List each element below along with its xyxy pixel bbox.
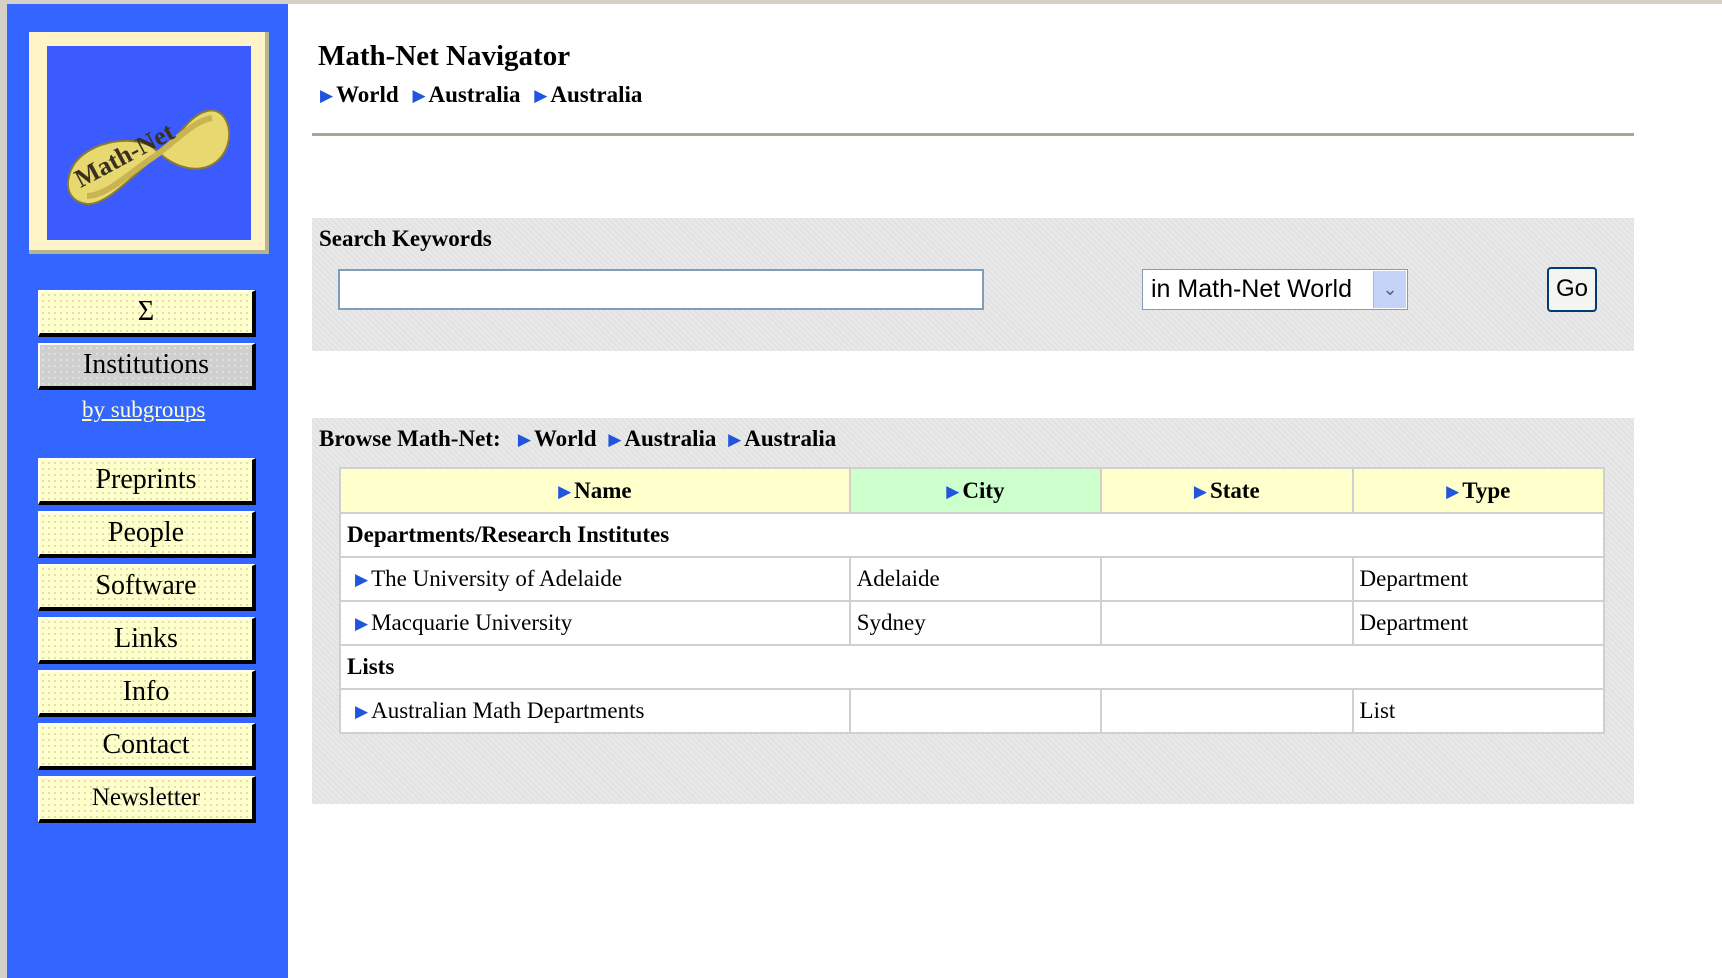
triangle-right-icon: ▶ xyxy=(608,430,622,449)
column-header-type[interactable]: ▶ Type xyxy=(1353,469,1603,512)
column-header-state[interactable]: ▶ State xyxy=(1102,469,1352,512)
group-title: Lists xyxy=(341,646,1603,688)
browse-crumb-world[interactable]: ▶ World xyxy=(518,426,597,451)
sidebar-item-label: Newsletter xyxy=(91,784,201,811)
sidebar-item-label: Preprints xyxy=(95,464,197,495)
math-net-logo[interactable]: Math-Net xyxy=(29,32,269,254)
by-subgroups-link[interactable]: by subgroups xyxy=(82,397,205,423)
sidebar-item-people[interactable]: People xyxy=(38,511,256,558)
triangle-right-icon: ▶ xyxy=(728,430,742,449)
table-row: ▶ Macquarie University Sydney Department xyxy=(341,602,1603,644)
table-row: ▶ The University of Adelaide Adelaide Dep… xyxy=(341,558,1603,600)
cell-state xyxy=(1102,690,1352,732)
cell-city xyxy=(850,690,1101,732)
search-keywords-label: Search Keywords xyxy=(319,226,492,251)
chevron-down-icon[interactable]: ⌄ xyxy=(1373,271,1406,308)
triangle-right-icon: ▶ xyxy=(1446,481,1460,501)
results-table: ▶ Name ▶ City ▶ State ▶ Type Departments/Res… xyxy=(339,467,1605,734)
sidebar-item-links[interactable]: Links xyxy=(38,617,256,664)
cell-city: Sydney xyxy=(850,602,1101,644)
go-button[interactable]: Go xyxy=(1547,267,1597,312)
column-header-city[interactable]: ▶ City xyxy=(850,469,1101,512)
formula-search-button[interactable]: Σ xyxy=(38,290,256,337)
sidebar-item-info[interactable]: Info xyxy=(38,670,256,717)
mobius-strip-icon: Math-Net xyxy=(67,109,231,206)
sidebar-item-label: Contact xyxy=(102,729,190,760)
sidebar: Math-Net Σ Institutions by subgroups Pre… xyxy=(7,4,288,978)
browse-crumb-australia[interactable]: ▶ Australia xyxy=(608,426,716,451)
institution-link[interactable]: ▶ The University of Adelaide xyxy=(341,558,849,600)
cell-type: List xyxy=(1353,690,1603,732)
triangle-right-icon: ▶ xyxy=(355,702,369,721)
table-header-row: ▶ Name ▶ City ▶ State ▶ Type xyxy=(341,469,1603,512)
window-frame-left xyxy=(0,0,7,978)
sidebar-item-label: Info xyxy=(122,676,170,707)
browse-label: Browse Math-Net: xyxy=(319,426,501,451)
sidebar-item-preprints[interactable]: Preprints xyxy=(38,458,256,505)
page-title: Math-Net Navigator xyxy=(318,40,571,72)
browse-panel: Browse Math-Net: ▶ World ▶ Australia ▶ Aust… xyxy=(312,418,1634,804)
triangle-right-icon: ▶ xyxy=(534,86,548,105)
search-input[interactable] xyxy=(338,269,984,310)
browse-crumb-australia-sub[interactable]: ▶ Australia xyxy=(728,426,836,451)
column-header-name[interactable]: ▶ Name xyxy=(341,469,849,512)
search-scope-select[interactable]: in Math-Net World ⌄ xyxy=(1142,269,1408,310)
triangle-right-icon: ▶ xyxy=(355,570,369,589)
cell-type: Department xyxy=(1353,558,1603,600)
sidebar-item-label: Links xyxy=(114,623,178,654)
triangle-right-icon: ▶ xyxy=(320,86,334,105)
group-row: Lists xyxy=(341,646,1603,688)
breadcrumb: ▶ World ▶ Australia ▶ Australia xyxy=(320,82,650,108)
sidebar-item-software[interactable]: Software xyxy=(38,564,256,611)
sidebar-item-contact[interactable]: Contact xyxy=(38,723,256,770)
sidebar-item-newsletter[interactable]: Newsletter xyxy=(38,776,256,823)
sidebar-item-label: Software xyxy=(95,570,197,601)
header-divider xyxy=(312,133,1634,136)
sigma-label: Σ xyxy=(137,296,155,327)
institutions-button[interactable]: Institutions xyxy=(38,343,256,390)
search-panel: Search Keywords in Math-Net World ⌄ Go xyxy=(312,218,1634,351)
triangle-right-icon: ▶ xyxy=(412,86,426,105)
cell-state xyxy=(1102,558,1352,600)
list-link[interactable]: ▶ Australian Math Departments xyxy=(341,690,849,732)
triangle-right-icon: ▶ xyxy=(517,430,531,449)
triangle-right-icon: ▶ xyxy=(1193,481,1207,501)
institution-link[interactable]: ▶ Macquarie University xyxy=(341,602,849,644)
breadcrumb-australia-sub[interactable]: ▶ Australia xyxy=(534,82,642,107)
triangle-right-icon: ▶ xyxy=(355,614,369,633)
table-row: ▶ Australian Math Departments List xyxy=(341,690,1603,732)
breadcrumb-world[interactable]: ▶ World xyxy=(320,82,399,107)
breadcrumb-australia[interactable]: ▶ Australia xyxy=(412,82,520,107)
logo-background: Math-Net xyxy=(47,46,251,240)
cell-type: Department xyxy=(1353,602,1603,644)
cell-city: Adelaide xyxy=(850,558,1101,600)
group-row: Departments/Research Institutes xyxy=(341,514,1603,556)
cell-state xyxy=(1102,602,1352,644)
group-title: Departments/Research Institutes xyxy=(341,514,1603,556)
browse-header: Browse Math-Net: ▶ World ▶ Australia ▶ Aust… xyxy=(319,426,842,452)
triangle-right-icon: ▶ xyxy=(558,481,572,501)
search-scope-value: in Math-Net World xyxy=(1151,275,1352,303)
sidebar-item-label: People xyxy=(107,517,185,548)
triangle-right-icon: ▶ xyxy=(946,481,960,501)
institutions-label: Institutions xyxy=(82,349,209,380)
